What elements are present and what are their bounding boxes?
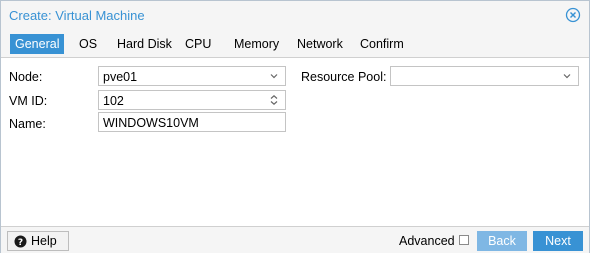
vmid-spinner[interactable]: 102 (98, 90, 286, 110)
resource-pool-label: Resource Pool: (301, 70, 387, 84)
tab-general[interactable]: General (10, 34, 65, 54)
name-value: WINDOWS10VM (103, 116, 199, 130)
spinner-updown-icon[interactable] (268, 94, 280, 106)
wizard-tabbar: General OS Hard Disk CPU Memory Network … (1, 30, 589, 58)
advanced-checkbox[interactable] (459, 235, 469, 245)
vmid-value: 102 (103, 94, 124, 108)
tab-memory[interactable]: Memory (234, 34, 279, 54)
name-input[interactable]: WINDOWS10VM (98, 112, 286, 132)
node-label: Node: (9, 70, 43, 84)
create-vm-dialog: Create: Virtual Machine General OS Hard … (0, 0, 590, 253)
chevron-down-icon[interactable] (561, 70, 573, 82)
tab-os[interactable]: OS (79, 34, 97, 54)
dialog-titlebar: Create: Virtual Machine (1, 1, 589, 30)
tab-hard-disk[interactable]: Hard Disk (117, 34, 172, 54)
next-button[interactable]: Next (533, 231, 583, 251)
dialog-footer: ? Help Advanced Back Next (1, 226, 589, 253)
advanced-label: Advanced (399, 234, 455, 248)
chevron-down-icon[interactable] (268, 70, 280, 82)
help-button[interactable]: ? Help (7, 231, 69, 251)
question-circle-icon: ? (14, 235, 27, 248)
svg-text:?: ? (18, 238, 23, 248)
name-label: Name: (9, 117, 46, 131)
node-select[interactable]: pve01 (98, 66, 286, 86)
close-icon[interactable] (565, 7, 581, 23)
tab-network[interactable]: Network (297, 34, 343, 54)
vmid-label: VM ID: (9, 94, 48, 108)
resource-pool-select[interactable] (390, 66, 579, 86)
dialog-title: Create: Virtual Machine (9, 8, 145, 23)
tab-cpu[interactable]: CPU (185, 34, 211, 54)
node-value: pve01 (103, 70, 138, 84)
tab-confirm[interactable]: Confirm (360, 34, 404, 54)
help-label: Help (31, 234, 57, 248)
back-button[interactable]: Back (477, 231, 527, 251)
